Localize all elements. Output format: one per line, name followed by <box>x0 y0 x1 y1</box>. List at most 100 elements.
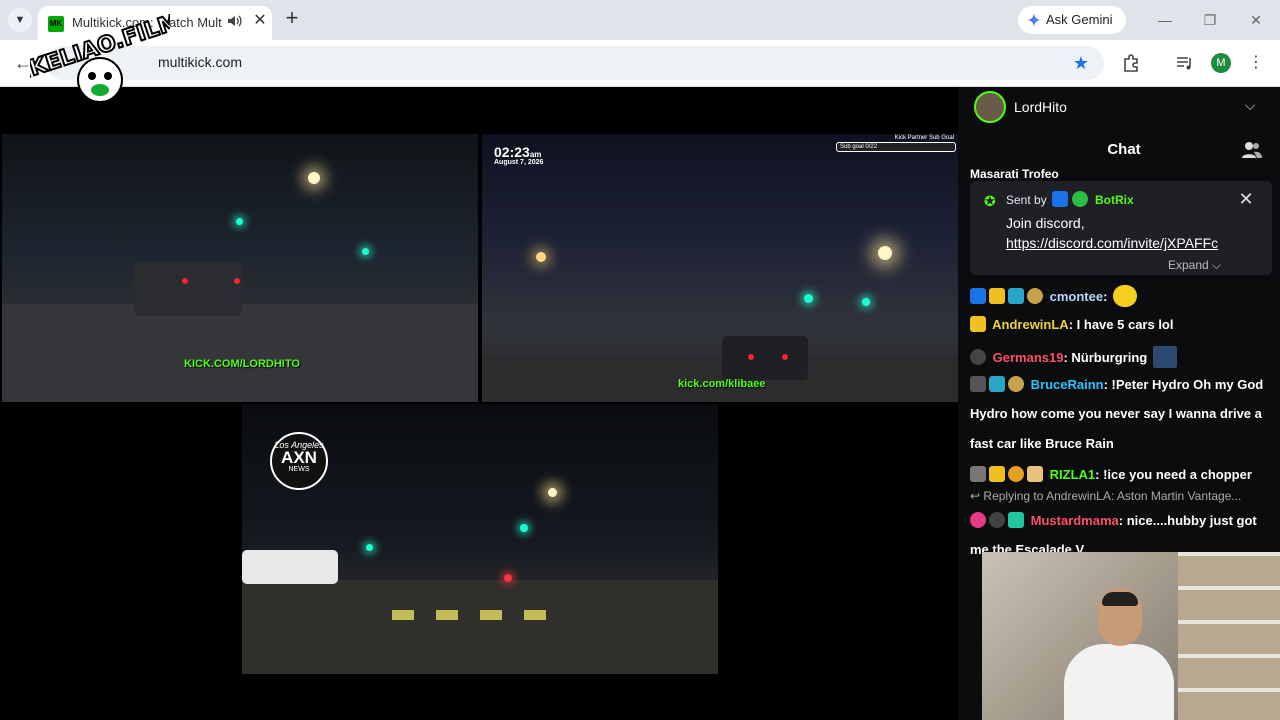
stream-date: August 7, 2026 <box>494 159 544 166</box>
browser-tab-strip: ▼ MK Multikick.com: Watch Multi ✕ + Ask … <box>0 0 1280 40</box>
emote-icon <box>1113 285 1138 307</box>
chat-message-text: !ice you need a chopper <box>1103 467 1252 482</box>
window-minimize-icon[interactable]: — <box>1155 10 1175 30</box>
close-icon[interactable]: ✕ <box>1236 189 1256 209</box>
emote-icon <box>1152 346 1177 368</box>
stream-video-klibaee[interactable]: 02:23am August 7, 2026 Kick Partner Sub … <box>482 134 958 402</box>
gift-badge-icon <box>1027 466 1043 482</box>
car <box>722 336 808 380</box>
chat-message: Mustardmama: nice....hubby just got <box>970 512 1257 528</box>
browser-menu-icon[interactable]: ⋮ <box>1248 52 1264 74</box>
stream-video-lordhito[interactable]: KICK.COM/LORDHITO <box>2 134 478 402</box>
speaker-audio-icon[interactable] <box>226 13 242 29</box>
ask-gemini-label: Ask Gemini <box>1046 12 1113 27</box>
mikeliao-films-logo: MIKELIAO.FILMS <box>30 14 170 103</box>
avatar-badge-icon <box>970 349 986 365</box>
sub-badge-icon <box>989 376 1005 392</box>
reply-text: Aston Martin Vantage... <box>1116 489 1242 503</box>
tab-close-icon[interactable]: ✕ <box>250 11 270 31</box>
extensions-puzzle-icon[interactable] <box>1121 52 1143 74</box>
chat-message-text: I have 5 cars lol <box>1076 317 1174 332</box>
chat-username[interactable]: RIZLA1 <box>1050 467 1096 482</box>
chat-username[interactable]: Germans19 <box>993 350 1064 365</box>
gift-badge-icon <box>1008 376 1024 392</box>
chat-message: AndrewinLA: I have 5 cars lol <box>970 316 1174 332</box>
address-bar[interactable]: multikick.com ★ <box>46 46 1104 80</box>
crown-badge-icon <box>970 316 986 332</box>
crosswalk <box>392 610 552 620</box>
new-tab-plus-icon[interactable]: + <box>280 7 304 31</box>
reply-context[interactable]: ↩ Replying to AndrewinLA: Aston Martin V… <box>970 489 1241 503</box>
gift-badge-icon <box>1027 288 1043 304</box>
stream-video-axn-news[interactable]: Los Angeles AXN NEWS <box>242 404 718 674</box>
channel-name: LordHito <box>1014 99 1067 115</box>
url-text: multikick.com <box>158 54 243 70</box>
pinned-text: Join discord, <box>1006 215 1085 231</box>
axn-news-logo: Los Angeles AXN NEWS <box>270 432 328 490</box>
profile-avatar[interactable]: M <box>1211 53 1231 73</box>
pinned-username[interactable]: BotRix <box>1095 193 1134 207</box>
bookmark-star-icon[interactable]: ★ <box>1070 52 1092 74</box>
badge-icon <box>970 466 986 482</box>
chat-message-continuation: fast car like Bruce Rain <box>970 436 1114 451</box>
avatar-badge-icon <box>989 512 1005 528</box>
suv-car <box>134 262 242 316</box>
chat-message-cutoff: Masarati Trofeo <box>970 167 1059 181</box>
ask-gemini-button[interactable]: Ask Gemini <box>1018 6 1126 34</box>
chat-username[interactable]: cmontee <box>1050 289 1103 304</box>
crown-badge-icon <box>989 288 1005 304</box>
stream-clock: 02:23am <box>494 144 541 160</box>
window-restore-icon[interactable]: ❐ <box>1200 10 1220 30</box>
pin-icon: ✪ <box>984 193 996 209</box>
chat-username[interactable]: AndrewinLA <box>992 317 1069 332</box>
badge-icon <box>970 376 986 392</box>
shelf <box>1178 552 1280 720</box>
sub-badge-icon <box>1008 288 1024 304</box>
tab-search-chevron-icon[interactable]: ▼ <box>8 8 32 32</box>
clock-suffix: am <box>529 150 542 159</box>
chat-message-text: Nürburgring <box>1071 350 1148 365</box>
clock-time: 02:23 <box>494 144 530 160</box>
axn-logo-main: AXN <box>281 448 317 467</box>
gemini-sparkle-icon <box>1027 13 1041 27</box>
stream-watermark: KICK.COM/LORDHITO <box>184 358 300 370</box>
subgoal-text: Sub goal 0/22 <box>840 144 878 150</box>
chat-username[interactable]: Mustardmama <box>1031 513 1119 528</box>
badge-icon <box>970 512 986 528</box>
browser-toolbar: ← multikick.com ★ M ⋮ <box>0 40 1280 87</box>
person-hair <box>1102 592 1138 606</box>
subgoal-bar: Sub goal 0/22 <box>836 142 956 152</box>
chat-message-text: nice....hubby just got <box>1126 513 1257 528</box>
coin-badge-icon <box>1008 466 1024 482</box>
verified-badge-icon <box>1072 191 1088 207</box>
reply-prefix: Replying to <box>983 489 1044 503</box>
channel-header[interactable]: LordHito ⌵ <box>958 87 1280 127</box>
window-close-icon[interactable]: ✕ <box>1246 10 1266 30</box>
subgoal-title: Kick Partner Sub Goal <box>894 135 954 141</box>
bot-badge-icon <box>1052 191 1068 207</box>
channel-avatar <box>974 91 1006 123</box>
chat-message: BruceRainn: !Peter Hydro Oh my God <box>970 376 1263 392</box>
stream-watermark: kick.com/klibaee <box>678 378 766 390</box>
white-truck <box>242 550 338 584</box>
reply-username: AndrewinLA <box>1046 489 1111 503</box>
crown-badge-icon <box>989 466 1005 482</box>
chat-users-icon[interactable] <box>1242 141 1262 159</box>
chat-message: cmontee: <box>970 285 1138 307</box>
media-controls-icon[interactable] <box>1174 52 1196 74</box>
axn-logo-sub: NEWS <box>288 466 310 473</box>
pinned-link[interactable]: https://discord.com/invite/jXPAFFc <box>1006 235 1218 251</box>
chat-message: Germans19: Nürburgring <box>970 346 1177 368</box>
expand-label: Expand <box>1168 258 1209 272</box>
chat-message-text: !Peter Hydro Oh my God <box>1111 377 1264 392</box>
webcam-overlay <box>982 552 1280 720</box>
pinned-message: ✪ Sent by BotRix ✕ Join discord, https:/… <box>970 181 1272 275</box>
gift-badge-icon <box>1008 512 1024 528</box>
chat-username[interactable]: BruceRainn <box>1031 377 1104 392</box>
person-shirt <box>1064 644 1174 720</box>
chat-message-continuation: Hydro how come you never say I wanna dri… <box>970 406 1262 421</box>
chat-message: RIZLA1: !ice you need a chopper <box>970 466 1252 482</box>
chevron-down-icon[interactable]: ⌵ <box>1240 97 1260 117</box>
expand-button[interactable]: Expand ⌵ <box>1168 258 1221 273</box>
pinned-sent-by: Sent by <box>1006 193 1047 207</box>
